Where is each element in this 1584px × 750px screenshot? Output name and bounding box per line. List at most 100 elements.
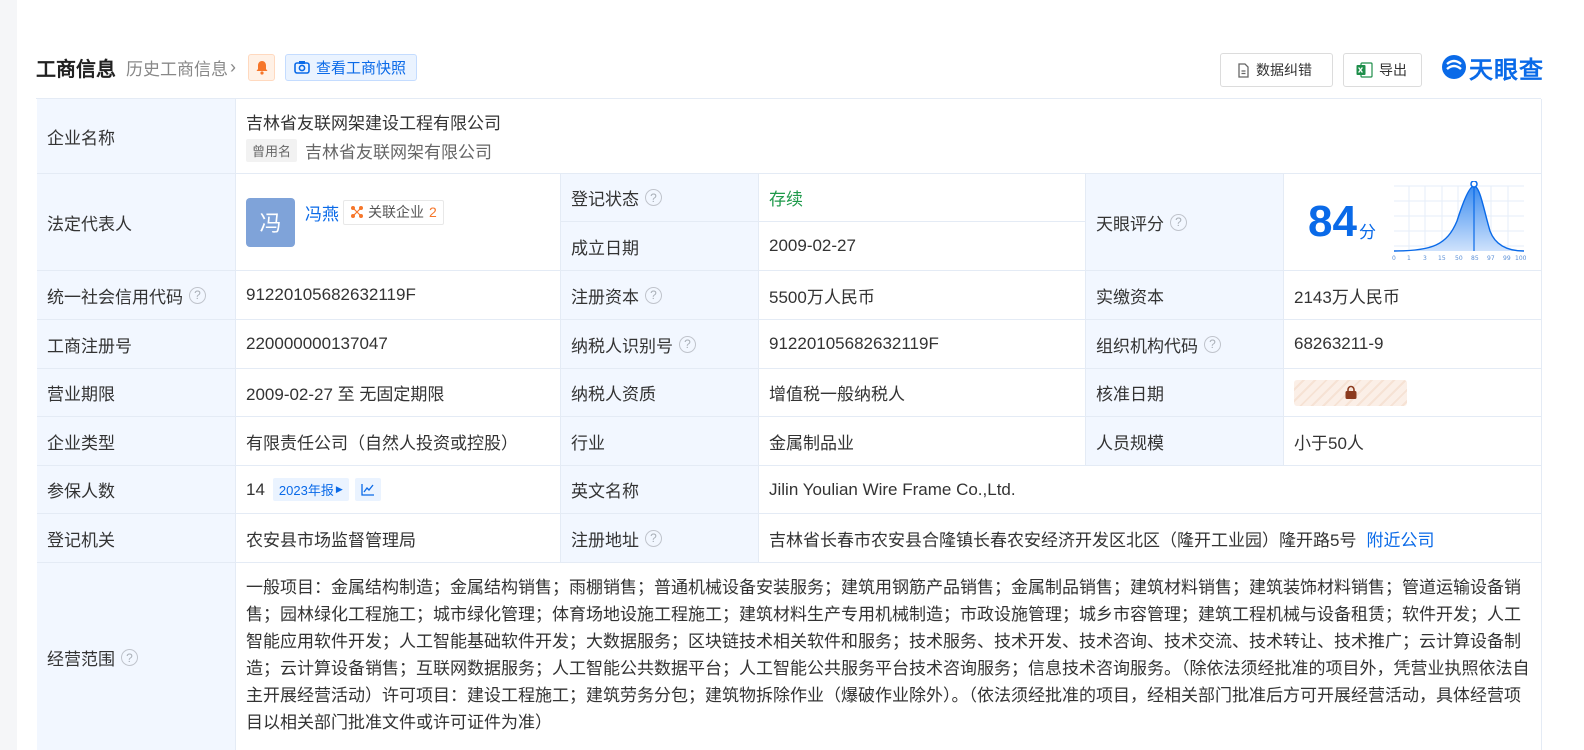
camera-icon — [294, 61, 310, 74]
axis-tick: 97 — [1487, 255, 1495, 262]
former-name-row: 曾用名 吉林省友联网架有限公司 — [246, 138, 492, 163]
label-approval-date: 核准日期 — [1086, 369, 1284, 417]
taxpayer-type-value: 增值税一般纳税人 — [759, 369, 1086, 417]
credit-code-value: 91220105682632119F — [236, 271, 561, 320]
locked-value[interactable] — [1294, 379, 1407, 406]
tianyancha-logo: 天眼查 — [1441, 52, 1544, 84]
insured-value: 14 — [246, 479, 265, 499]
label-address: 注册地址? — [561, 514, 759, 563]
info-table: 企业名称 吉林省友联网架建设工程有限公司 曾用名 吉林省友联网架有限公司 法定代… — [36, 98, 1542, 750]
label-company-type: 企业类型 — [37, 417, 236, 466]
former-name: 吉林省友联网架有限公司 — [305, 143, 493, 162]
reg-capital-label: 注册资本 — [571, 287, 639, 307]
label-taxpayer-type: 纳税人资质 — [561, 369, 759, 417]
snapshot-button[interactable]: 查看工商快照 — [285, 53, 418, 81]
nearby-companies-link[interactable]: 附近公司 — [1366, 526, 1434, 551]
tianyan-score-cell[interactable]: 84 分 0 1 3 15 50 85 97 99 100 — [1284, 174, 1542, 271]
legal-rep-cell: 冯 冯燕 关联企业 2 — [236, 174, 561, 271]
help-icon[interactable]: ? — [189, 286, 206, 304]
label-reg-status: 登记状态? — [561, 174, 759, 222]
related-companies-count: 2 — [429, 204, 437, 220]
reg-status-label: 登记状态 — [571, 190, 639, 209]
related-companies-label: 关联企业 — [368, 204, 424, 220]
company-name-cell: 吉林省友联网架建设工程有限公司 曾用名 吉林省友联网架有限公司 — [236, 99, 1542, 174]
org-code-label: 组织机构代码 — [1096, 336, 1198, 356]
industry-value: 金属制品业 — [759, 417, 1086, 466]
label-paid-capital: 实缴资本 — [1086, 271, 1284, 320]
label-established: 成立日期 — [561, 222, 759, 271]
trend-chart-icon[interactable] — [354, 478, 381, 501]
english-name-value: Jilin Youlian Wire Frame Co.,Ltd. — [759, 466, 1542, 514]
section-title: 工商信息 — [36, 58, 116, 81]
axis-tick: 50 — [1455, 255, 1463, 262]
help-icon[interactable]: ? — [645, 286, 662, 304]
address-value: 吉林省长春市农安县合隆镇长春农安经济开发区北区（隆开工业园）隆开路5号 — [769, 530, 1357, 550]
scope-value: 一般项目：金属结构制造；金属结构销售；雨棚销售；普通机械设备安装服务；建筑用钢筋… — [236, 563, 1542, 750]
label-reg-number: 工商注册号 — [37, 320, 236, 369]
tianyan-score-label: 天眼评分 — [1096, 214, 1164, 234]
avatar[interactable]: 冯 — [246, 197, 295, 247]
credit-code-label: 统一社会信用代码 — [47, 287, 183, 307]
history-link[interactable]: 历史工商信息 › — [126, 55, 236, 80]
address-label: 注册地址 — [571, 530, 639, 550]
bell-icon[interactable] — [248, 53, 275, 81]
help-icon[interactable]: ? — [1204, 335, 1221, 353]
excel-icon — [1356, 62, 1373, 78]
label-scope: 经营范围? — [37, 563, 236, 750]
established-value: 2009-02-27 — [759, 222, 1086, 271]
related-companies-tag[interactable]: 关联企业 2 — [343, 199, 444, 225]
help-icon[interactable]: ? — [679, 335, 696, 353]
taxpayer-id-value: 91220105682632119F — [759, 320, 1086, 369]
axis-tick: 15 — [1438, 255, 1446, 262]
help-icon[interactable]: ? — [1170, 213, 1187, 231]
label-company-name: 企业名称 — [37, 99, 236, 174]
history-link-label: 历史工商信息 — [126, 59, 228, 79]
score-number: 84 — [1308, 197, 1357, 246]
annual-report-tag[interactable]: 2023年报 ▶ — [272, 478, 349, 501]
company-name: 吉林省友联网架建设工程有限公司 — [246, 114, 501, 133]
axis-tick: 0 — [1392, 255, 1396, 262]
lock-icon — [1345, 385, 1356, 399]
staff-size-value: 小于50人 — [1284, 417, 1542, 466]
export-label: 导出 — [1379, 62, 1407, 78]
label-english-name: 英文名称 — [561, 466, 759, 514]
score-unit: 分 — [1358, 222, 1376, 242]
authority-value: 农安县市场监督管理局 — [236, 514, 561, 563]
help-icon[interactable]: ? — [645, 529, 662, 547]
annual-report-label: 2023年报 — [278, 483, 334, 498]
label-credit-code: 统一社会信用代码? — [37, 271, 236, 320]
label-business-term: 营业期限 — [37, 369, 236, 417]
axis-tick: 3 — [1423, 255, 1427, 262]
document-icon — [1238, 62, 1249, 78]
address-cell: 吉林省长春市农安县合隆镇长春农安经济开发区北区（隆开工业园）隆开路5号 附近公司 — [759, 514, 1542, 563]
org-code-value: 68263211-9 — [1284, 320, 1542, 369]
data-correction-button[interactable]: 数据纠错 — [1220, 53, 1333, 87]
export-button[interactable]: 导出 — [1343, 53, 1422, 87]
insured-cell: 14 2023年报 ▶ — [236, 466, 561, 514]
scope-label: 经营范围 — [47, 650, 115, 669]
label-authority: 登记机关 — [37, 514, 236, 563]
taxpayer-id-label: 纳税人识别号 — [571, 336, 673, 356]
label-org-code: 组织机构代码? — [1086, 320, 1284, 369]
chevron-right-icon: › — [230, 56, 236, 77]
network-icon — [351, 206, 363, 218]
axis-tick: 85 — [1471, 255, 1479, 262]
logo-text: 天眼查 — [1469, 56, 1544, 84]
label-staff-size: 人员规模 — [1086, 417, 1284, 466]
label-reg-capital: 注册资本? — [561, 271, 759, 320]
help-icon[interactable]: ? — [645, 189, 662, 206]
reg-status-value: 存续 — [759, 174, 1086, 222]
section-header: 工商信息 历史工商信息 › 查看工商快照 — [36, 50, 418, 84]
former-name-tag: 曾用名 — [246, 139, 298, 162]
reg-number-value: 220000000137047 — [236, 320, 561, 369]
data-correction-label: 数据纠错 — [1256, 62, 1312, 78]
caret-right-icon: ▶ — [335, 484, 343, 494]
paid-capital-value: 2143万人民币 — [1284, 271, 1542, 320]
snapshot-button-label: 查看工商快照 — [316, 59, 407, 77]
legal-rep-name[interactable]: 冯燕 — [305, 200, 339, 225]
axis-tick: 1 — [1407, 255, 1411, 262]
business-info-card: 工商信息 历史工商信息 › 查看工商快照 数据纠错 导出 天眼查 企业名称 吉林… — [17, 0, 1584, 750]
help-icon[interactable]: ? — [121, 649, 138, 666]
company-type-value: 有限责任公司（自然人投资或控股） — [236, 417, 561, 466]
business-term-value: 2009-02-27 至 无固定期限 — [236, 369, 561, 417]
